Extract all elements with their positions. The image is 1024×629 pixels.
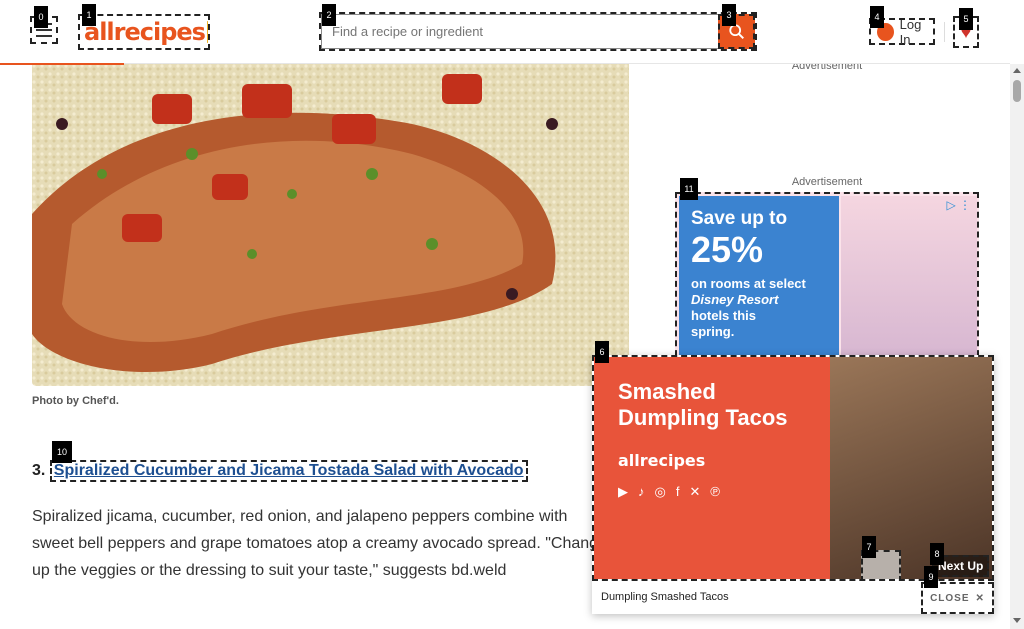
- video-caption: Dumpling Smashed Tacos: [601, 591, 729, 603]
- spoon-icon: [206, 21, 208, 43]
- hamburger-icon: [36, 35, 52, 37]
- salmon-couscous-image: [32, 64, 629, 386]
- ad-line2: on rooms at select: [691, 276, 806, 291]
- logo-text: allrecipes: [84, 18, 206, 46]
- badge-4: 4: [870, 6, 884, 28]
- badge-10: 10: [52, 441, 72, 463]
- site-header: allrecipes Log In ♥: [0, 0, 1010, 65]
- instagram-icon: ◎: [654, 484, 666, 499]
- ad-percent: 25%: [691, 229, 764, 270]
- scrollbar-thumb[interactable]: [1013, 80, 1021, 102]
- photo-caption: Photo by Chef'd.: [32, 395, 119, 407]
- search-bar: [319, 12, 757, 51]
- close-label: CLOSE: [930, 592, 970, 604]
- page-scrollbar[interactable]: [1010, 64, 1024, 629]
- badge-7: 7: [862, 536, 876, 558]
- badge-8: 8: [930, 543, 944, 565]
- recipe-number: 3.: [32, 462, 46, 479]
- scroll-down-arrow-icon[interactable]: [1013, 618, 1021, 623]
- login-label: Log In: [899, 16, 922, 47]
- badge-5: 5: [959, 8, 973, 30]
- ad-line1: Save up to: [691, 208, 788, 229]
- close-icon: ✕: [975, 592, 985, 604]
- video-title-line2: Dumpling Tacos: [618, 405, 788, 430]
- social-icons: ▶ ♪ ◎ f ✕ ℗: [618, 484, 830, 500]
- search-input[interactable]: [321, 14, 718, 49]
- video-title-line1: Smashed: [618, 379, 716, 404]
- scroll-progress-bar: [0, 63, 124, 65]
- allrecipes-logo[interactable]: allrecipes: [78, 14, 210, 50]
- scroll-up-arrow-icon[interactable]: [1013, 68, 1021, 73]
- recipe-heading: 3. Spiralized Cucumber and Jicama Tostad…: [32, 460, 528, 482]
- recipe-photo: [32, 64, 629, 386]
- advertisement-label: Advertisement: [791, 176, 863, 188]
- ad-line5: spring.: [691, 324, 735, 339]
- badge-3: 3: [722, 4, 736, 26]
- tiktok-icon: ♪: [638, 484, 645, 499]
- badge-11: 11: [680, 178, 698, 200]
- facebook-icon: f: [675, 484, 680, 499]
- video-food-image: [830, 357, 992, 579]
- youtube-icon: ▶: [618, 484, 628, 499]
- badge-2: 2: [322, 4, 336, 26]
- video-brand-logo: allrecipes: [618, 451, 706, 470]
- badge-6: 6: [595, 341, 609, 363]
- pinterest-icon: ℗: [710, 484, 720, 499]
- badge-1: 1: [82, 4, 96, 26]
- badge-0: 0: [34, 6, 48, 28]
- hamburger-icon: [36, 29, 52, 31]
- recipe-description: Spiralized jicama, cucumber, red onion, …: [32, 508, 607, 579]
- x-icon: ✕: [689, 484, 701, 499]
- badge-9: 9: [924, 566, 938, 588]
- header-divider: [944, 22, 945, 42]
- adchoices-icon[interactable]: ▷ ⋮: [946, 198, 971, 212]
- ad-line3: Disney Resort: [691, 292, 779, 307]
- ad-line4: hotels this: [691, 308, 757, 323]
- video-title-panel: Smashed Dumpling Tacos allrecipes ▶ ♪ ◎ …: [594, 357, 830, 579]
- recipe-title-link[interactable]: Spiralized Cucumber and Jicama Tostada S…: [49, 460, 528, 482]
